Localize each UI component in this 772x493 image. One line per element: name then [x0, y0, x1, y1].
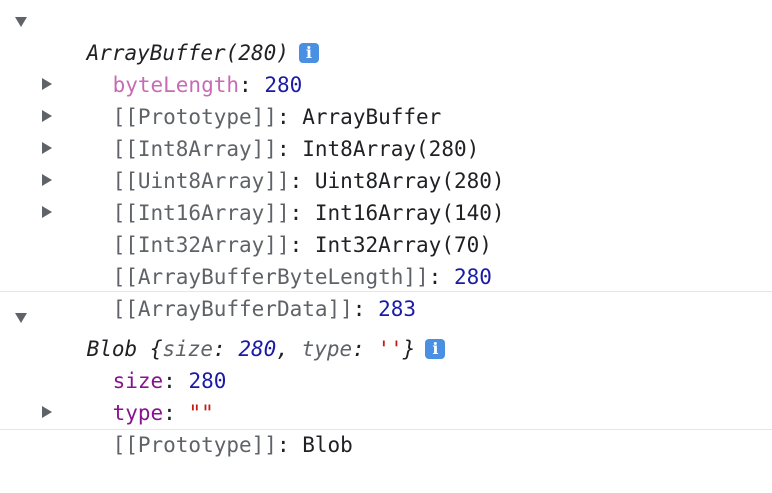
- collapsed-triangle-icon[interactable]: [40, 165, 54, 197]
- property-type: type: "": [112, 401, 214, 425]
- property-bytelength: byteLength: 280: [112, 73, 303, 97]
- property-int16array[interactable]: [[Int16Array]]: Int16Array(140): [0, 165, 772, 225]
- property-int32array[interactable]: [[Int32Array]]: Int32Array(70): [0, 197, 772, 257]
- arraybuffer-entry: ArrayBuffer(280) i byteLength: 280 [[Prot…: [0, 0, 772, 321]
- collapsed-triangle-icon[interactable]: [40, 197, 54, 229]
- collapsed-triangle-icon[interactable]: [40, 69, 54, 101]
- expanded-triangle-icon[interactable]: [15, 301, 29, 333]
- property-size: size: 280: [112, 369, 227, 393]
- property-int8array[interactable]: [[Int8Array]]: Int8Array(280): [0, 101, 772, 161]
- collapsed-triangle-icon[interactable]: [40, 101, 54, 133]
- blob-summary[interactable]: Blob {size: 280, type: ''} i: [0, 301, 772, 361]
- property-value: Blob: [302, 433, 353, 457]
- blob-entry: Blob {size: 280, type: ''} i size: 280 ty…: [0, 292, 772, 457]
- property-prototype[interactable]: [[Prototype]]: Blob: [0, 397, 772, 457]
- expanded-triangle-icon[interactable]: [15, 5, 29, 37]
- collapsed-triangle-icon[interactable]: [40, 397, 54, 429]
- property-prototype[interactable]: [[Prototype]]: ArrayBuffer: [0, 69, 772, 129]
- collapsed-triangle-icon[interactable]: [40, 133, 54, 165]
- property-arraybuffer-bytelength: [[ArrayBufferByteLength]]: 280: [112, 265, 492, 289]
- property-uint8array[interactable]: [[Uint8Array]]: Uint8Array(280): [0, 133, 772, 193]
- property-key: [[Prototype]]: [112, 433, 277, 457]
- property-arraybuffer-data: [[ArrayBufferData]]: 283: [112, 297, 417, 321]
- arraybuffer-summary[interactable]: ArrayBuffer(280) i: [0, 5, 772, 65]
